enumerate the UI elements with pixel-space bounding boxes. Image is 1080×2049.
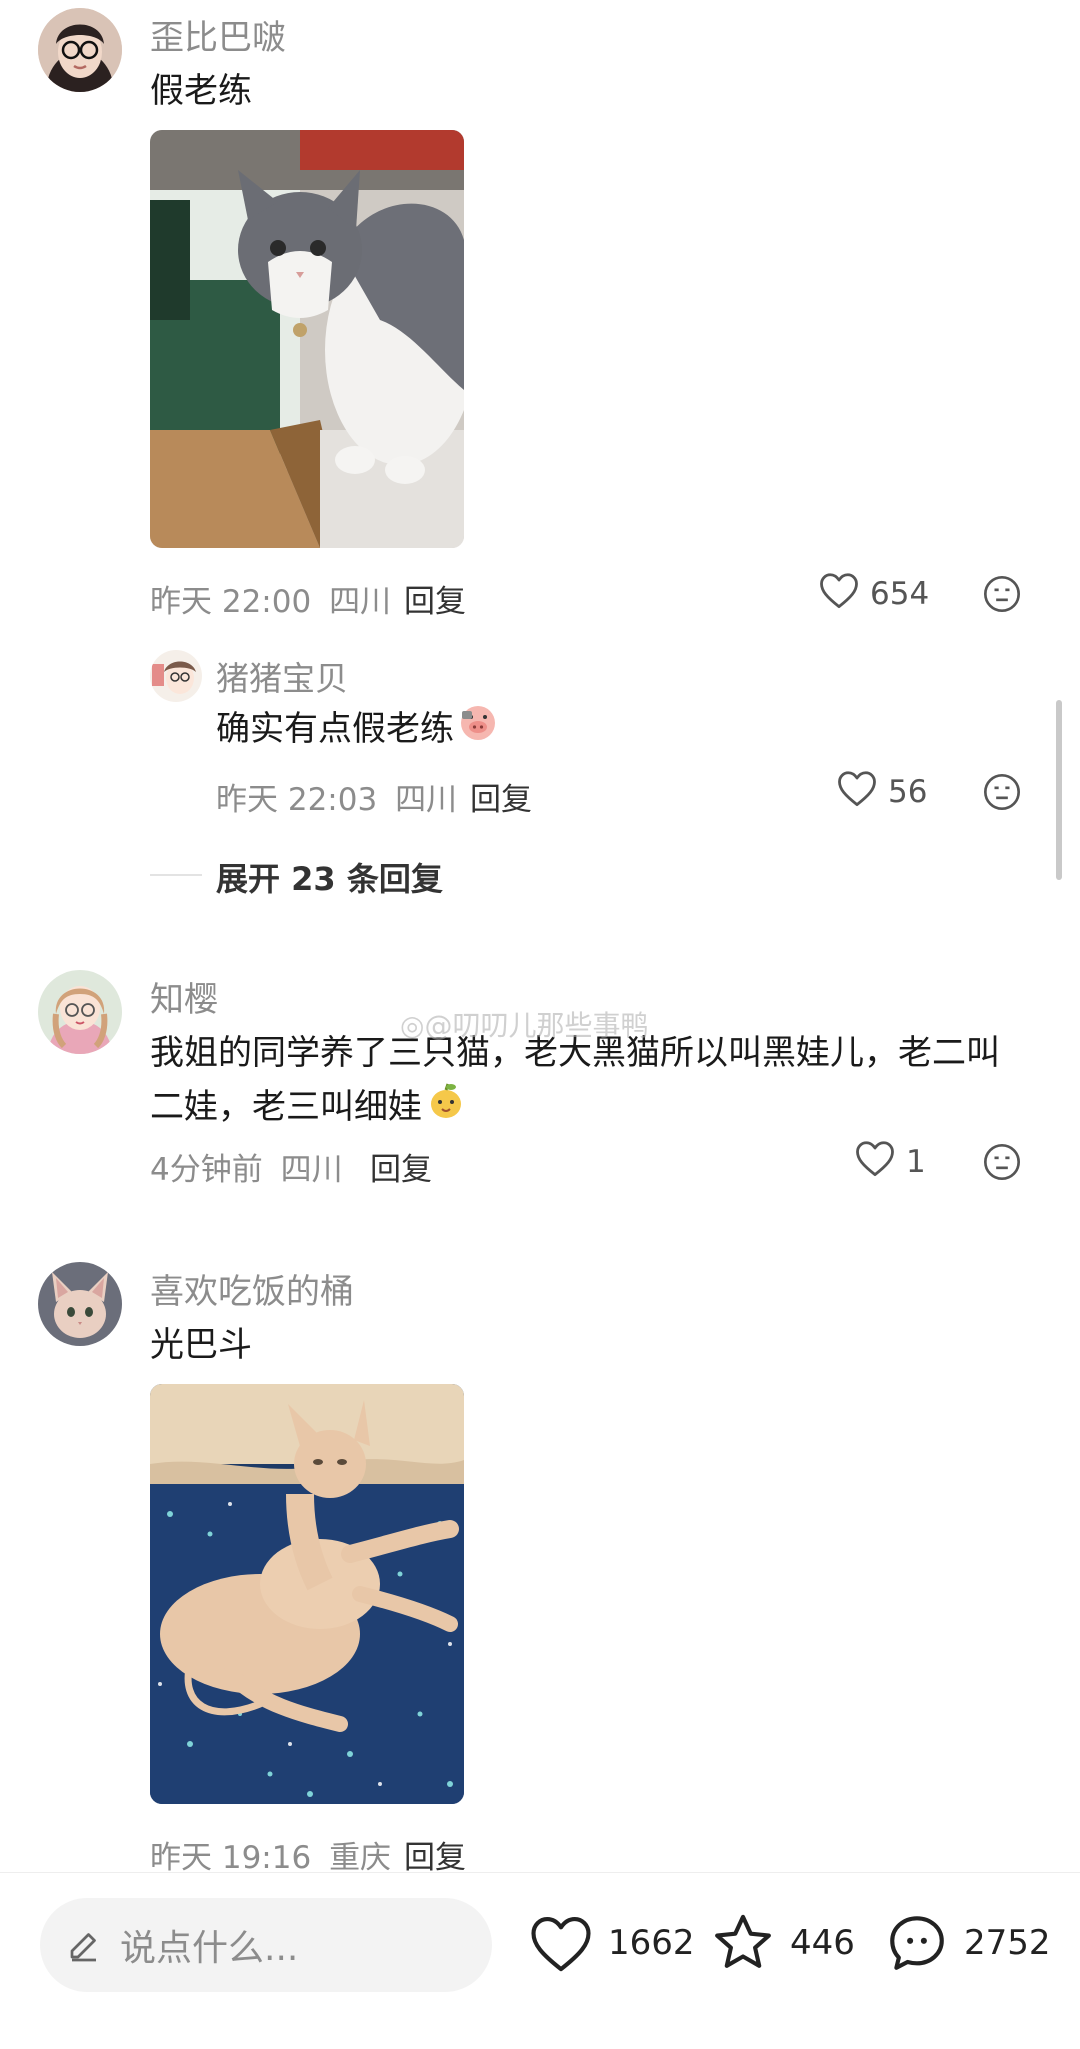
reply-time: 昨天 22:03 四川 [216, 774, 457, 819]
weibo-logo-icon: ◎ [400, 1009, 425, 1042]
comment-time: 4分钟前 四川 [150, 1144, 343, 1189]
like-count: 1662 [608, 1923, 695, 1963]
watermark-text: @叨叨儿那些事鸭 [424, 1009, 649, 1042]
avatar[interactable] [38, 970, 122, 1054]
expand-replies-button[interactable]: 展开 23 条回复 [216, 854, 443, 900]
reply-button[interactable]: 回复 [404, 576, 466, 621]
comment-input[interactable]: 说点什么... [40, 1898, 492, 1992]
avatar[interactable] [38, 1262, 122, 1346]
favorite-count: 446 [790, 1923, 855, 1963]
comment-image-cat-photo[interactable] [150, 1384, 464, 1804]
pencil-icon [66, 1927, 102, 1963]
reply-text: 确实有点假老练 [216, 702, 498, 759]
comment-input-placeholder: 说点什么... [120, 1928, 299, 1969]
reply-avatar[interactable] [150, 650, 202, 702]
avatar[interactable] [38, 8, 122, 92]
like-button[interactable]: 56 [836, 768, 927, 816]
like-count: 56 [888, 774, 928, 810]
comment-text: 假老练 [150, 71, 252, 111]
neutral-face-icon[interactable] [982, 1142, 1022, 1186]
like-button[interactable]: 1 [854, 1138, 926, 1186]
favorite-button[interactable]: 446 [710, 1910, 855, 1976]
reply-username[interactable]: 猪猪宝贝 [216, 652, 348, 700]
like-button[interactable]: 654 [818, 570, 929, 618]
comment-text-body: 我姐的同学养了三只猫，老大黑猫所以叫黑娃儿，老二叫二娃，老三叫细娃 [150, 1033, 1000, 1127]
watermark: ◎@叨叨儿那些事鸭 [400, 1004, 648, 1044]
reply-text-body: 确实有点假老练 [216, 709, 454, 749]
comment-location: 四川 [329, 584, 392, 620]
comment-button[interactable]: 2752 [884, 1910, 1051, 1976]
like-post-button[interactable]: 1662 [528, 1912, 695, 1974]
comment-time: 昨天 19:16 重庆 [150, 1832, 391, 1877]
comment-timestamp: 昨天 22:00 [150, 584, 312, 620]
chat-bubble-icon[interactable] [884, 1910, 950, 1976]
star-outline-icon[interactable] [710, 1910, 776, 1976]
like-count: 654 [870, 576, 930, 612]
comment-location: 重庆 [329, 1840, 392, 1876]
expand-divider [150, 874, 202, 876]
like-count: 1 [906, 1144, 926, 1180]
heart-outline-icon[interactable] [818, 570, 860, 618]
comment-count: 2752 [964, 1923, 1051, 1963]
scrollbar[interactable] [1056, 700, 1062, 880]
comment-timestamp: 4分钟前 [150, 1152, 263, 1188]
comment-location: 四川 [280, 1152, 343, 1188]
heart-outline-icon[interactable] [528, 1912, 594, 1974]
pear-face-emoji-icon [426, 1081, 466, 1137]
reply-button[interactable]: 回复 [370, 1144, 432, 1189]
comment-username[interactable]: 知樱 [150, 972, 218, 1021]
comment-username[interactable]: 喜欢吃饭的桶 [150, 1264, 354, 1313]
heart-outline-icon[interactable] [854, 1138, 896, 1186]
reply-button[interactable]: 回复 [404, 1832, 466, 1877]
comment-username[interactable]: 歪比巴啵 [150, 10, 286, 59]
pig-face-emoji-icon [458, 703, 498, 759]
comment-timestamp: 昨天 19:16 [150, 1840, 312, 1876]
neutral-face-icon[interactable] [982, 772, 1022, 816]
neutral-face-icon[interactable] [982, 574, 1022, 618]
comment-time: 昨天 22:00 四川 [150, 576, 391, 621]
comment-image-cat-photo[interactable] [150, 130, 464, 548]
comment-text: 光巴斗 [150, 1325, 252, 1365]
reply-location: 四川 [395, 782, 458, 818]
heart-outline-icon[interactable] [836, 768, 878, 816]
reply-button[interactable]: 回复 [470, 774, 532, 819]
reply-timestamp: 昨天 22:03 [216, 782, 378, 818]
